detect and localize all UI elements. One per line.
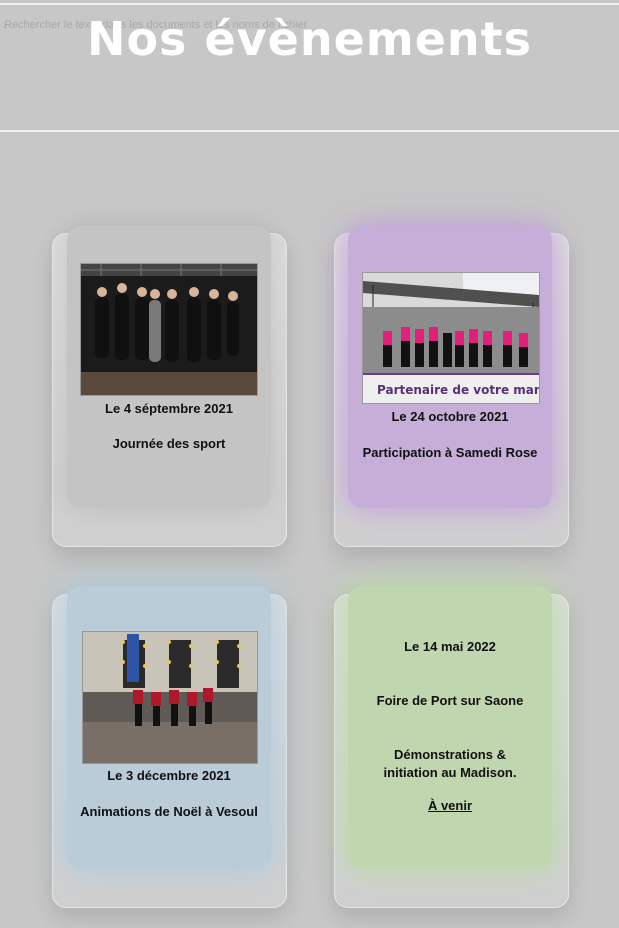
event-photo (82, 631, 258, 764)
event-card-2[interactable]: Partenaire de votre manifest Le 24 octob… (348, 226, 552, 508)
event-name: Journée des sport (112, 436, 226, 451)
event-description-line-2: initiation au Madison. (383, 765, 517, 780)
upcoming-link[interactable]: À venir (428, 798, 472, 813)
event-description-line-1: Démonstrations & (394, 747, 506, 762)
event-photo: Partenaire de votre manifest (362, 272, 540, 404)
event-name: Animations de Noël à Vesoul (80, 804, 258, 819)
top-divider (0, 3, 619, 5)
page-title: Nos évènements (86, 12, 533, 66)
event-card-3[interactable]: Le 3 décembre 2021 Animations de Noël à … (67, 586, 271, 868)
event-card-4[interactable]: Le 14 mai 2022 Foire de Port sur Saone D… (348, 586, 552, 868)
event-link-row: À venir (348, 798, 552, 813)
header-divider (0, 130, 619, 132)
event-name: Foire de Port sur Saone (376, 693, 524, 708)
event-date: Le 3 décembre 2021 (107, 768, 231, 783)
event-date: Le 14 mai 2022 (404, 639, 496, 654)
event-card-1[interactable]: Le 4 séptembre 2021 Journée des sport (67, 226, 271, 508)
event-date: Le 24 octobre 2021 (391, 409, 509, 424)
event-photo (80, 263, 258, 396)
event-name: Participation à Samedi Rose (362, 445, 538, 460)
event-date: Le 4 séptembre 2021 (105, 401, 233, 416)
svg-text:Partenaire de votre manifest: Partenaire de votre manifest (377, 383, 539, 397)
